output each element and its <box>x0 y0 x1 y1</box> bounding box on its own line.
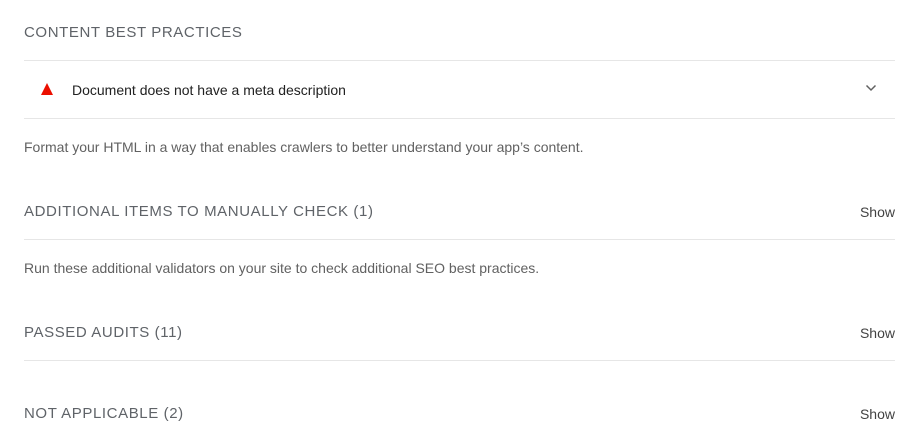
divider <box>24 118 895 119</box>
chevron-down-icon[interactable] <box>865 82 877 94</box>
content-best-practices-description: Format your HTML in a way that enables c… <box>24 139 584 155</box>
content-best-practices-heading: CONTENT BEST PRACTICES <box>24 24 243 41</box>
manual-check-description: Run these additional validators on your … <box>24 260 540 276</box>
divider <box>24 239 895 240</box>
audit-meta-description[interactable]: Document does not have a meta descriptio… <box>24 61 895 118</box>
not-applicable-heading[interactable]: NOT APPLICABLE (2) <box>24 405 184 423</box>
passed-audits-heading[interactable]: PASSED AUDITS (11) <box>24 324 183 342</box>
passed-audits-show-button[interactable]: Show <box>860 324 895 342</box>
manual-check-heading[interactable]: ADDITIONAL ITEMS TO MANUALLY CHECK (1) <box>24 203 374 221</box>
not-applicable-show-button[interactable]: Show <box>860 405 895 423</box>
divider <box>24 360 895 361</box>
audit-title: Document does not have a meta descriptio… <box>72 82 346 98</box>
fail-triangle-icon <box>41 83 53 95</box>
manual-check-show-button[interactable]: Show <box>860 203 895 221</box>
